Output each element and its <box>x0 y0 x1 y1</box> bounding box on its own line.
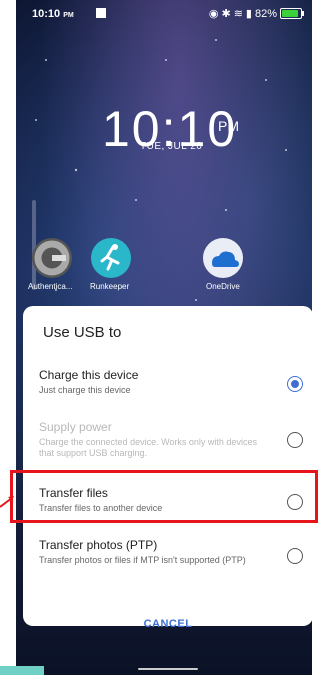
notification-icon <box>96 8 106 18</box>
dialog-title: Use USB to <box>43 324 122 341</box>
bluetooth-icon: ✱ <box>221 8 231 20</box>
usb-dialog: Use USB to Charge this device Just charg… <box>23 306 313 630</box>
status-time: 10:10 PM <box>32 8 74 20</box>
runkeeper-icon[interactable] <box>91 238 131 278</box>
radio-charge-device[interactable] <box>287 376 303 392</box>
status-bar: 10:10 PM ◉ ✱ ≋ ▮ 82% <box>16 0 312 28</box>
lockscreen-ampm: PM <box>218 118 239 134</box>
battery-icon <box>280 8 304 19</box>
lockscreen-date: TUE, JUL 20 <box>140 141 203 152</box>
option-title: Supply power <box>39 420 112 434</box>
option-subtitle: Just charge this device <box>39 385 131 395</box>
option-supply-power: Supply power Charge the connected device… <box>39 420 303 460</box>
google-authenticator-icon[interactable] <box>32 238 72 278</box>
cancel-button[interactable]: CANCEL <box>23 618 313 630</box>
option-title: Charge this device <box>39 368 139 382</box>
home-indicator[interactable] <box>138 668 198 670</box>
battery-percent: 82% <box>254 7 277 20</box>
option-charge-device[interactable]: Charge this device Just charge this devi… <box>39 368 303 396</box>
app-label-authenticator: Authentica... <box>28 282 73 291</box>
app-label-onedrive: OneDrive <box>206 282 240 291</box>
radio-transfer-photos[interactable] <box>287 548 303 564</box>
highlight-box <box>10 470 318 523</box>
highlight-arrow-icon <box>0 496 14 508</box>
screenshot: 10:10 PM ◉ ✱ ≋ ▮ 82% 10:10 PM TUE, JUL 2… <box>0 0 320 675</box>
radio-supply-power <box>287 432 303 448</box>
app-label-runkeeper: Runkeeper <box>90 282 130 291</box>
wifi-icon: ≋ <box>233 8 243 20</box>
option-transfer-photos[interactable]: Transfer photos (PTP) Transfer photos or… <box>39 538 303 566</box>
signal-icon: ▮ <box>245 8 252 20</box>
status-icons: ◉ ✱ ≋ ▮ 82% <box>208 7 304 20</box>
nfc-icon: ◉ <box>208 8 219 20</box>
onedrive-icon[interactable] <box>203 238 243 278</box>
option-subtitle: Charge the connected device. Works only … <box>39 437 257 459</box>
option-subtitle: Transfer photos or files if MTP isn't su… <box>39 555 246 565</box>
option-title: Transfer photos (PTP) <box>39 538 158 552</box>
teal-strip <box>0 666 44 675</box>
